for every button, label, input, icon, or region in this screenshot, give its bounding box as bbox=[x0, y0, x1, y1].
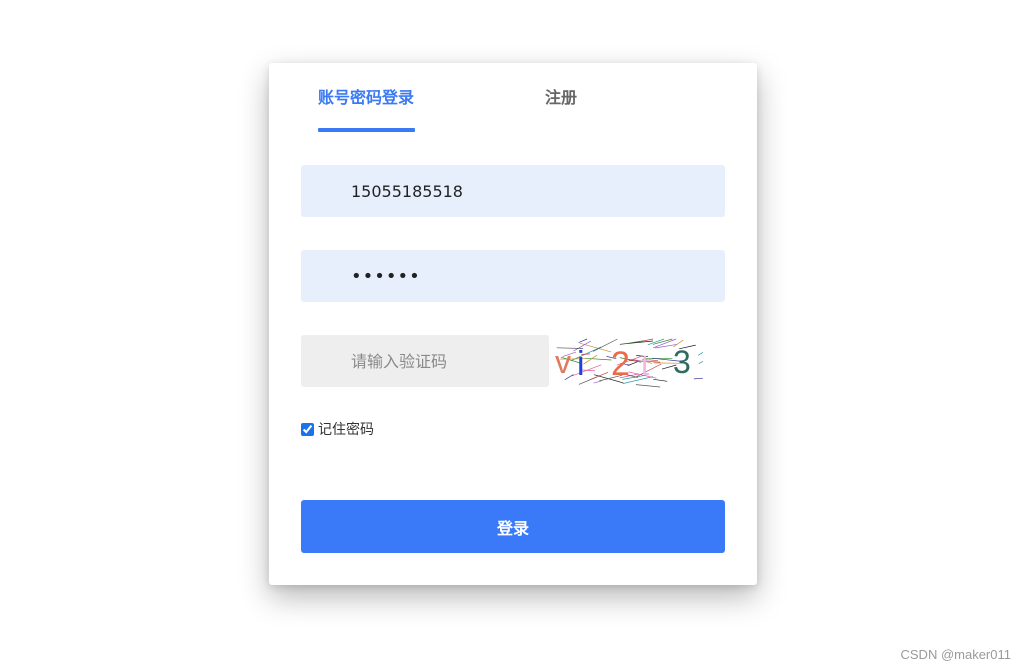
captcha-noise-line bbox=[698, 352, 704, 356]
tab-bar: 账号密码登录 注册 bbox=[269, 63, 757, 133]
phone-input[interactable] bbox=[301, 165, 725, 217]
captcha-char: 2 bbox=[611, 345, 630, 383]
captcha-noise-line bbox=[619, 340, 654, 345]
captcha-noise-line bbox=[653, 378, 668, 382]
login-button[interactable]: 登录 bbox=[301, 500, 725, 553]
captcha-image[interactable]: v i 2 t 3 bbox=[553, 337, 705, 389]
tab-password-login[interactable]: 账号密码登录 bbox=[318, 88, 414, 108]
login-card: 账号密码登录 注册 v i 2 t 3 记住密码 登录 bbox=[269, 63, 757, 585]
captcha-noise-line bbox=[693, 377, 704, 380]
captcha-char: i bbox=[577, 345, 585, 383]
captcha-noise-line bbox=[635, 384, 661, 388]
captcha-noise-line bbox=[593, 380, 602, 384]
captcha-char: v bbox=[555, 344, 571, 380]
remember-password[interactable]: 记住密码 bbox=[301, 419, 374, 439]
captcha-noise-line bbox=[578, 338, 588, 343]
captcha-noise-line bbox=[583, 355, 598, 365]
remember-label: 记住密码 bbox=[318, 422, 374, 438]
remember-checkbox[interactable] bbox=[301, 422, 314, 436]
tab-register[interactable]: 注册 bbox=[545, 88, 577, 108]
captcha-noise-line bbox=[698, 361, 704, 364]
password-input[interactable] bbox=[301, 250, 725, 302]
watermark: CSDN @maker011 bbox=[900, 647, 1012, 662]
captcha-char: t bbox=[641, 349, 650, 382]
captcha-input[interactable] bbox=[301, 335, 549, 387]
active-tab-indicator bbox=[318, 128, 415, 132]
captcha-char: 3 bbox=[673, 344, 691, 380]
